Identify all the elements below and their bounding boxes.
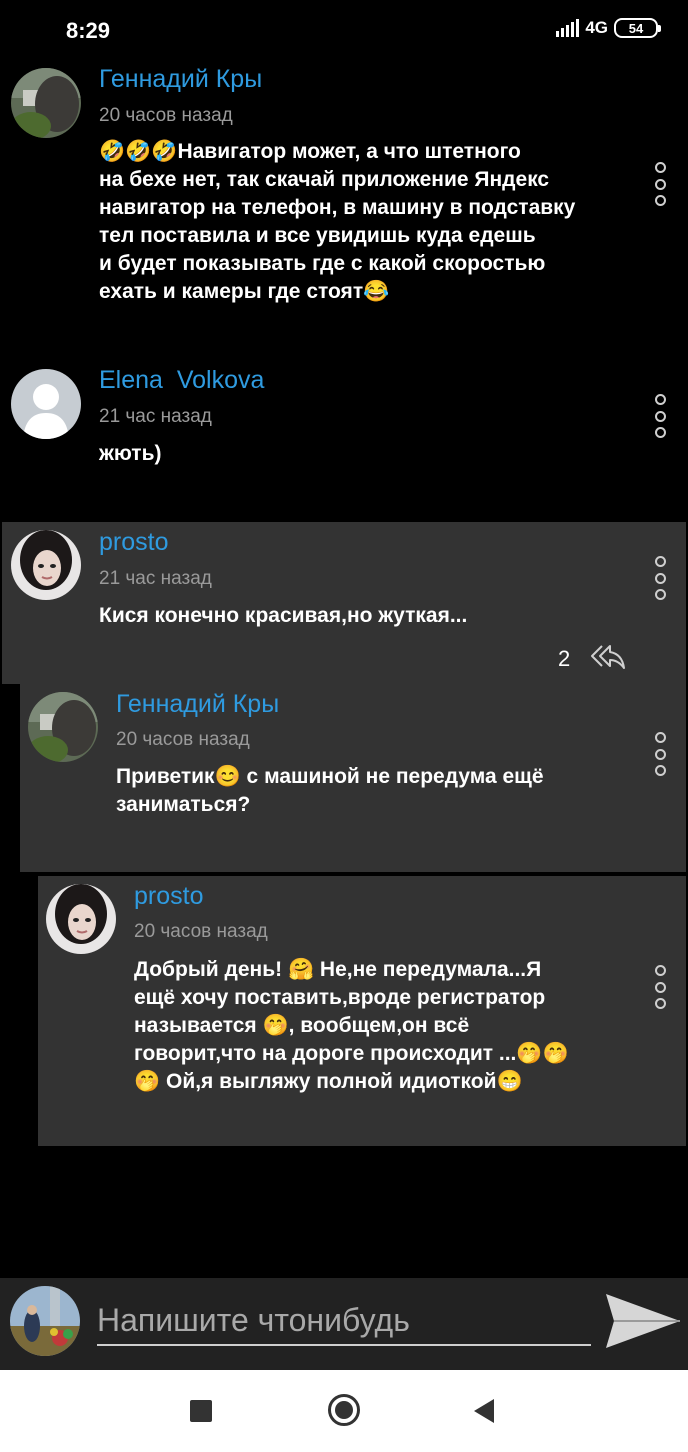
status-bar: 8:29 4G 54: [0, 0, 688, 60]
cat-photo-avatar[interactable]: [28, 692, 98, 762]
text-line: Кися конечно красивая,но жуткая...: [99, 604, 468, 627]
reply-count[interactable]: 2: [558, 646, 570, 672]
battery-level: 54: [628, 20, 644, 36]
reply-comment: Геннадий Кры 20 часов назад Приветик😊 с …: [20, 684, 686, 872]
more-options-icon[interactable]: [653, 394, 667, 438]
system-nav-bar: [0, 1370, 688, 1452]
text-line: и будет показывать где с какой скоростью: [99, 252, 546, 275]
status-time: 8:29: [66, 18, 111, 43]
signal-icon: [556, 19, 580, 37]
comment: prosto 21 час назад Кися конечно красива…: [2, 522, 686, 684]
status-icons: 4G 54: [556, 18, 661, 38]
text-line: 🤭 Ой,я выгляжу полной идиоткой😁: [134, 1070, 523, 1093]
text-line: заниматься?: [116, 793, 251, 816]
more-options-icon[interactable]: [653, 732, 667, 776]
comment-author[interactable]: Elena Volkova: [99, 366, 264, 395]
network-label: 4G: [585, 18, 608, 37]
text-line: ехать и камеры где стоят😂: [99, 280, 390, 303]
user-photo-avatar[interactable]: [10, 1286, 80, 1356]
comment-text: 🤣🤣🤣Навигатор может, а что штетного на бе…: [99, 138, 639, 306]
text-line: Приветик😊 с машиной не передума ещё: [116, 765, 544, 788]
more-options-icon[interactable]: [653, 162, 667, 206]
text-line: говорит,что на дороге происходит ...🤭🤭: [134, 1042, 569, 1065]
comment-time: 21 час назад: [99, 406, 212, 427]
comment-time: 20 часов назад: [99, 105, 233, 126]
comment-author[interactable]: Геннадий Кры: [99, 65, 262, 94]
home-circle-icon[interactable]: [328, 1394, 360, 1426]
text-line: 🤣🤣🤣Навигатор может, а что штетного: [99, 140, 521, 163]
comment-author[interactable]: Геннадий Кры: [116, 690, 279, 719]
text-line: на бехе нет, так скачай приложение Яндек…: [99, 168, 550, 191]
comment-text: Добрый день! 🤗 Не,не передумала...Я ещё …: [134, 956, 634, 1096]
comment-text: Кися конечно красивая,но жуткая...: [99, 602, 619, 630]
battery-icon: 54: [614, 18, 661, 38]
text-line: жють): [99, 442, 162, 465]
text-line: ещё хочу поставить,вроде регистратор: [134, 986, 546, 1009]
comment-time: 21 час назад: [99, 568, 212, 589]
recents-square-icon[interactable]: [190, 1400, 212, 1422]
comment: Elena Volkova 21 час назад жють): [0, 360, 688, 500]
default-person-avatar[interactable]: [11, 369, 81, 439]
text-line: называется 🤭, вообщем,он всё: [134, 1014, 470, 1037]
more-options-icon[interactable]: [653, 556, 667, 600]
reply-all-icon[interactable]: [590, 642, 626, 677]
comment: Геннадий Кры 20 часов назад 🤣🤣🤣Навигатор…: [0, 60, 688, 330]
comment-time: 20 часов назад: [116, 729, 250, 750]
text-line: навигатор на телефон, в машину в подстав…: [99, 196, 576, 219]
comment-time: 20 часов назад: [134, 921, 268, 942]
comment-text: жють): [99, 440, 619, 468]
text-line: тел поставила и все увидишь куда едешь: [99, 224, 536, 247]
comment-author[interactable]: prosto: [134, 882, 203, 911]
back-triangle-icon[interactable]: [474, 1399, 494, 1423]
comment-input[interactable]: [97, 1296, 591, 1346]
woman-photo-avatar[interactable]: [11, 530, 81, 600]
comment-author[interactable]: prosto: [99, 528, 168, 557]
cat-photo-avatar[interactable]: [11, 68, 81, 138]
more-options-icon[interactable]: [653, 965, 667, 1009]
comment-composer: [0, 1278, 688, 1370]
send-arrow-icon[interactable]: [600, 1288, 684, 1354]
reply-comment: prosto 20 часов назад Добрый день! 🤗 Не,…: [38, 876, 686, 1146]
text-line: Добрый день! 🤗 Не,не передумала...Я: [134, 958, 542, 981]
comment-text: Приветик😊 с машиной не передума ещё зани…: [116, 763, 636, 819]
woman-photo-avatar[interactable]: [46, 884, 116, 954]
